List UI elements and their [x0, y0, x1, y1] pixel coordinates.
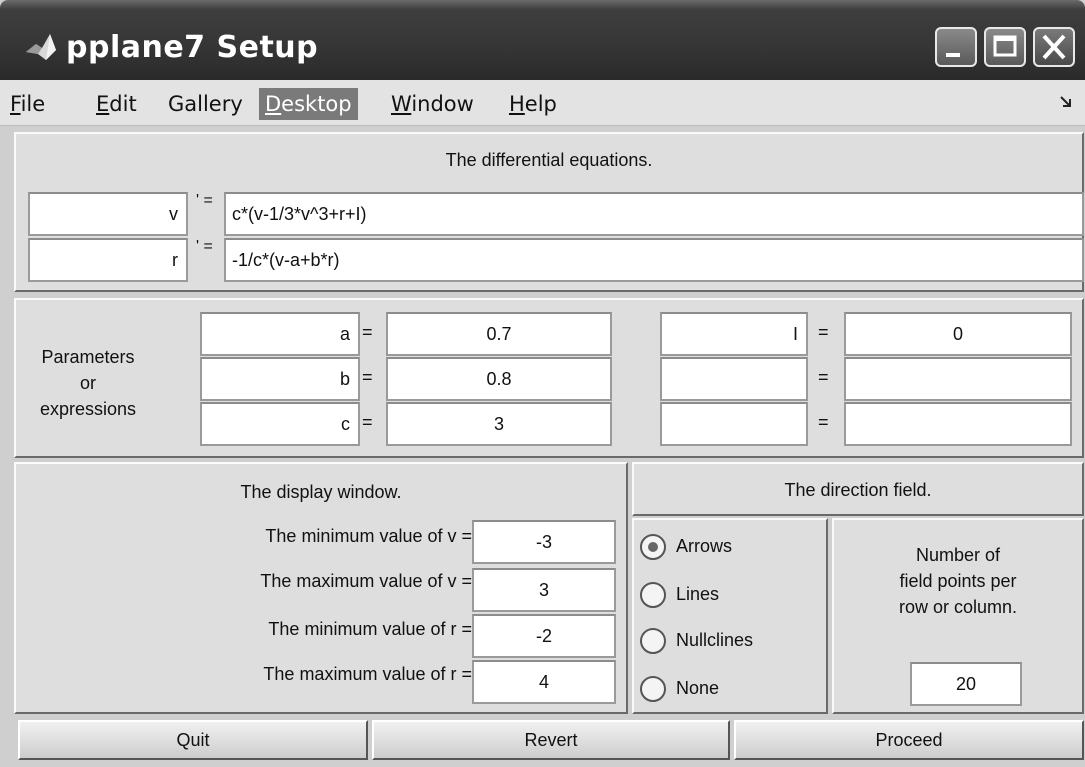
equation-variable-v[interactable]: v	[28, 192, 188, 236]
field-points-label-line3: row or column.	[898, 597, 1018, 617]
max-r-label: The maximum value of r =	[263, 664, 472, 684]
field-points-label-line2: field points per	[899, 571, 1017, 591]
display-window-heading: The display window.	[240, 482, 402, 502]
proceed-button[interactable]: Proceed	[734, 720, 1084, 760]
equals-label: =	[362, 322, 373, 342]
param-value-field[interactable]: 0	[844, 312, 1072, 356]
param-name-field[interactable]	[660, 357, 808, 401]
close-button[interactable]	[1033, 27, 1075, 67]
param-value-field[interactable]: 0.7	[386, 312, 612, 356]
equals-label: =	[362, 412, 373, 432]
window-title: pplane7 Setup	[66, 30, 319, 65]
menu-help[interactable]: Help	[503, 88, 563, 120]
param-value-field[interactable]: 0.8	[386, 357, 612, 401]
param-value-field[interactable]	[844, 357, 1072, 401]
minimize-button[interactable]	[935, 27, 977, 67]
min-v-field[interactable]: -3	[472, 520, 616, 564]
display-window-panel: The display window. The minimum value of…	[14, 462, 628, 714]
matlab-logo-icon	[24, 30, 58, 64]
max-v-label: The maximum value of v =	[260, 571, 472, 591]
radio-button[interactable]	[640, 676, 666, 702]
parameters-label-line2: or	[79, 373, 96, 393]
equals-label: =	[818, 412, 829, 432]
radio-label: Arrows	[676, 536, 733, 556]
close-icon	[1042, 34, 1066, 60]
equals-label: =	[818, 322, 829, 342]
param-name-field[interactable]: c	[200, 402, 360, 446]
direction-field-heading-panel: The direction field.	[632, 462, 1084, 516]
equations-panel: The differential equations. v ' = c*(v-1…	[14, 132, 1084, 292]
min-r-label: The minimum value of r =	[268, 619, 472, 639]
title-bar[interactable]: pplane7 Setup	[0, 0, 1085, 80]
radio-label: Lines	[676, 584, 720, 604]
equals-label: =	[362, 367, 373, 387]
equation-expression-v[interactable]: c*(v-1/3*v^3+r+I)	[224, 192, 1084, 236]
dock-arrow-icon[interactable]	[1058, 94, 1074, 114]
param-name-field[interactable]	[660, 402, 808, 446]
menu-file[interactable]: File	[4, 88, 51, 120]
equation-variable-r[interactable]: r	[28, 238, 188, 282]
min-v-label: The minimum value of v =	[265, 526, 472, 546]
equals-label: =	[818, 367, 829, 387]
menu-gallery[interactable]: Gallery	[162, 88, 249, 120]
max-r-field[interactable]: 4	[472, 660, 616, 704]
radio-lines[interactable]: Lines	[640, 580, 820, 616]
radio-arrows[interactable]: Arrows	[640, 532, 820, 568]
param-name-field[interactable]: I	[660, 312, 808, 356]
prime-equals-label: ' =	[196, 192, 213, 209]
prime-equals-label: ' =	[196, 238, 213, 255]
radio-button-selected[interactable]	[640, 534, 666, 560]
menu-edit[interactable]: Edit	[90, 88, 143, 120]
parameters-panel: Parameters or expressions a = 0.7 b = 0.…	[14, 298, 1084, 458]
equations-heading: The differential equations.	[445, 150, 653, 170]
min-r-field[interactable]: -2	[472, 614, 616, 658]
param-value-field[interactable]: 3	[386, 402, 612, 446]
radio-button[interactable]	[640, 582, 666, 608]
field-points-panel: Number of field points per row or column…	[832, 518, 1084, 714]
param-value-field[interactable]	[844, 402, 1072, 446]
param-name-field[interactable]: b	[200, 357, 360, 401]
parameters-label-line1: Parameters	[41, 347, 135, 367]
direction-field-options-panel: Arrows Lines Nullclines None	[632, 518, 828, 714]
maximize-icon	[993, 35, 1017, 57]
parameters-label: Parameters or expressions	[18, 344, 158, 422]
radio-button[interactable]	[640, 628, 666, 654]
direction-field-heading: The direction field.	[784, 480, 932, 500]
max-v-field[interactable]: 3	[472, 568, 616, 612]
radio-nullclines[interactable]: Nullclines	[640, 626, 820, 662]
radio-label: None	[676, 678, 720, 698]
revert-button[interactable]: Revert	[372, 720, 730, 760]
param-name-field[interactable]: a	[200, 312, 360, 356]
parameters-label-line3: expressions	[39, 399, 137, 419]
menu-window[interactable]: Window	[385, 88, 480, 120]
field-points-label-line1: Number of	[915, 545, 1001, 565]
field-points-input[interactable]: 20	[910, 662, 1022, 706]
radio-label: Nullclines	[676, 630, 754, 650]
maximize-button[interactable]	[984, 27, 1026, 67]
equation-expression-r[interactable]: -1/c*(v-a+b*r)	[224, 238, 1084, 282]
quit-button[interactable]: Quit	[18, 720, 368, 760]
field-points-label: Number of field points per row or column…	[834, 542, 1082, 620]
menu-bar: File Edit Gallery Desktop Window Help	[0, 80, 1085, 126]
minimize-icon	[946, 53, 960, 57]
radio-none[interactable]: None	[640, 674, 820, 710]
menu-desktop[interactable]: Desktop	[259, 88, 358, 120]
